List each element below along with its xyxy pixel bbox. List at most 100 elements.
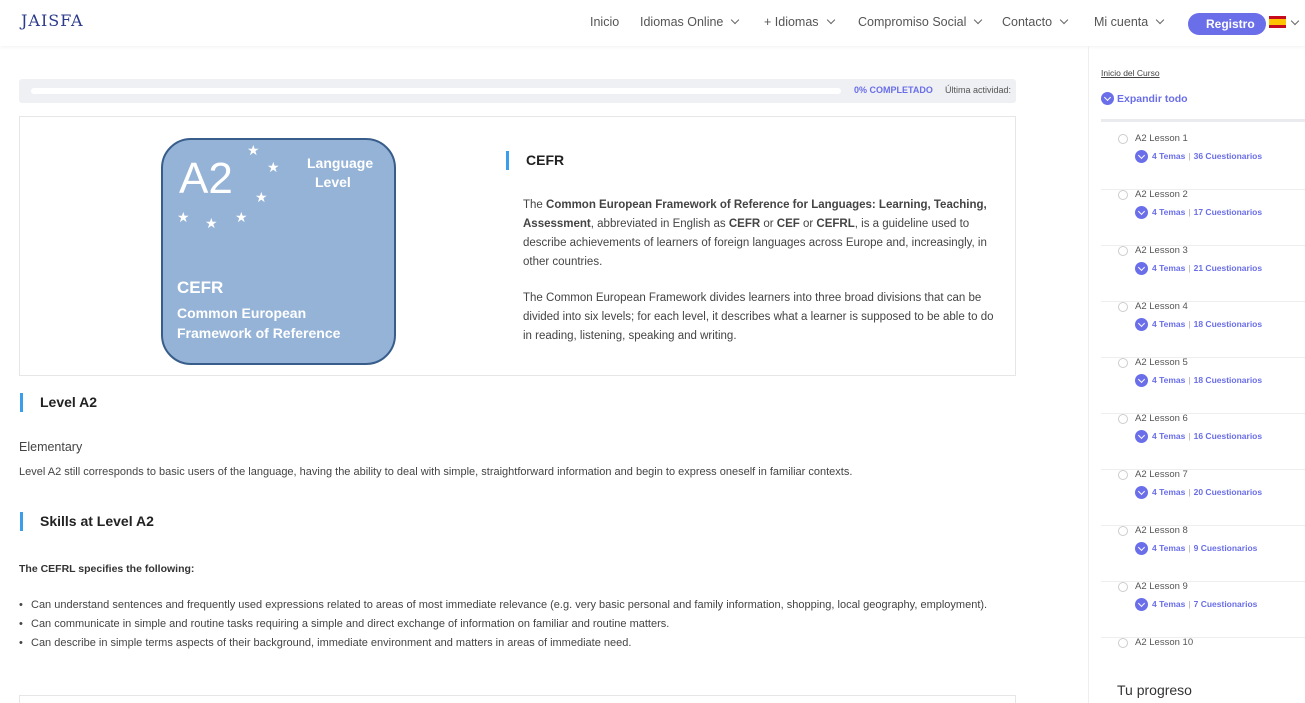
nav-contacto[interactable]: Contacto <box>1002 15 1069 29</box>
lesson-meta: 4 Temas | 21 Cuestionarios <box>1152 263 1262 273</box>
nav-mas-idiomas[interactable]: + Idiomas <box>764 15 835 29</box>
lesson-quizzes[interactable]: 18 Cuestionarios <box>1194 375 1263 385</box>
your-progress-heading: Tu progreso <box>1117 682 1192 698</box>
badge-framework-name: Common European Framework of Reference <box>177 303 340 343</box>
nav-idiomas-online[interactable]: Idiomas Online <box>640 15 740 29</box>
nav-mi-cuenta[interactable]: Mi cuenta <box>1094 15 1165 29</box>
lesson-quizzes[interactable]: 20 Cuestionarios <box>1194 487 1263 497</box>
lesson-topics[interactable]: 4 Temas <box>1152 487 1185 497</box>
expand-lesson-icon[interactable] <box>1135 374 1148 387</box>
list-item: Can understand sentences and frequently … <box>19 596 1009 615</box>
badge-language-level: Language Level <box>307 154 373 192</box>
lesson-label[interactable]: A2 Lesson 10 <box>1135 637 1193 648</box>
expand-lesson-icon[interactable] <box>1135 206 1148 219</box>
sidebar-lesson-item[interactable]: A2 Lesson 8 4 Temas | 9 Cuestionarios <box>1101 525 1305 582</box>
sidebar-lesson-item[interactable]: A2 Lesson 10 <box>1101 637 1305 668</box>
lesson-meta: 4 Temas | 36 Cuestionarios <box>1152 151 1262 161</box>
chevron-down-icon <box>1137 319 1146 328</box>
badge-cefr: CEFR <box>177 278 224 297</box>
skills-intro: The CEFRL specifies the following: <box>19 563 195 575</box>
cefr-paragraph-2: The Common European Framework divides le… <box>523 292 994 342</box>
lesson-meta: 4 Temas | 7 Cuestionarios <box>1152 599 1257 609</box>
lesson-label[interactable]: A2 Lesson 8 <box>1135 525 1188 536</box>
expand-all-icon[interactable] <box>1101 92 1114 105</box>
expand-lesson-icon[interactable] <box>1135 318 1148 331</box>
star-icon: ★ <box>177 209 190 225</box>
lesson-label[interactable]: A2 Lesson 7 <box>1135 469 1188 480</box>
lesson-topics[interactable]: 4 Temas <box>1152 319 1185 329</box>
separator: | <box>1188 263 1191 273</box>
lesson-label[interactable]: A2 Lesson 5 <box>1135 357 1188 368</box>
separator: | <box>1188 543 1191 553</box>
lesson-quizzes[interactable]: 9 Cuestionarios <box>1194 543 1258 553</box>
expand-lesson-icon[interactable] <box>1135 542 1148 555</box>
lesson-quizzes[interactable]: 17 Cuestionarios <box>1194 207 1263 217</box>
sidebar-lesson-item[interactable]: A2 Lesson 7 4 Temas | 20 Cuestionarios <box>1101 469 1305 526</box>
site-header: JAISFA Inicio Idiomas Online + Idiomas C… <box>0 0 1305 46</box>
star-icon: ★ <box>267 159 280 175</box>
spain-flag-icon[interactable] <box>1269 16 1286 28</box>
lesson-quizzes[interactable]: 18 Cuestionarios <box>1194 319 1263 329</box>
skills-heading: Skills at Level A2 <box>20 512 154 531</box>
lesson-label[interactable]: A2 Lesson 9 <box>1135 581 1188 592</box>
lesson-label[interactable]: A2 Lesson 4 <box>1135 301 1188 312</box>
sidebar-lesson-item[interactable]: A2 Lesson 6 4 Temas | 16 Cuestionarios <box>1101 413 1305 470</box>
expand-all-button[interactable]: Expandir todo <box>1117 93 1188 105</box>
list-item: Can communicate in simple and routine ta… <box>19 615 1009 634</box>
sidebar-lesson-item[interactable]: A2 Lesson 9 4 Temas | 7 Cuestionarios <box>1101 581 1305 638</box>
register-button[interactable]: Registro <box>1188 13 1266 35</box>
chevron-down-icon <box>1137 543 1146 552</box>
lesson-status-circle-icon <box>1118 638 1128 648</box>
sidebar-lesson-item[interactable]: A2 Lesson 4 4 Temas | 18 Cuestionarios <box>1101 301 1305 358</box>
nav-inicio[interactable]: Inicio <box>590 15 619 29</box>
course-home-link[interactable]: Inicio del Curso <box>1101 68 1160 78</box>
expand-lesson-icon[interactable] <box>1135 598 1148 611</box>
sidebar-lesson-item[interactable]: A2 Lesson 3 4 Temas | 21 Cuestionarios <box>1101 245 1305 302</box>
lesson-status-circle-icon <box>1118 246 1128 256</box>
lesson-meta: 4 Temas | 17 Cuestionarios <box>1152 207 1262 217</box>
lesson-quizzes[interactable]: 7 Cuestionarios <box>1194 599 1258 609</box>
lesson-topics[interactable]: 4 Temas <box>1152 375 1185 385</box>
lesson-status-circle-icon <box>1118 414 1128 424</box>
lesson-meta: 4 Temas | 18 Cuestionarios <box>1152 319 1262 329</box>
lesson-quizzes[interactable]: 16 Cuestionarios <box>1194 431 1263 441</box>
separator: | <box>1188 487 1191 497</box>
lesson-label[interactable]: A2 Lesson 6 <box>1135 413 1188 424</box>
expand-lesson-icon[interactable] <box>1135 150 1148 163</box>
lesson-label[interactable]: A2 Lesson 2 <box>1135 189 1188 200</box>
nav-inicio-label: Inicio <box>590 15 620 29</box>
lesson-meta: 4 Temas | 16 Cuestionarios <box>1152 431 1262 441</box>
expand-lesson-icon[interactable] <box>1135 430 1148 443</box>
expand-lesson-icon[interactable] <box>1135 262 1148 275</box>
badge-framework-line: Common European <box>177 305 307 321</box>
site-logo[interactable]: JAISFA <box>21 11 84 30</box>
separator: | <box>1188 375 1191 385</box>
lesson-topics[interactable]: 4 Temas <box>1152 599 1185 609</box>
lesson-quizzes[interactable]: 36 Cuestionarios <box>1194 151 1263 161</box>
separator: | <box>1188 319 1191 329</box>
sidebar-lesson-item[interactable]: A2 Lesson 1 4 Temas | 36 Cuestionarios <box>1101 133 1305 190</box>
nav-compromiso-social-label: Compromiso Social <box>858 15 967 29</box>
nav-compromiso-social[interactable]: Compromiso Social <box>858 15 983 29</box>
expand-lesson-icon[interactable] <box>1135 486 1148 499</box>
chevron-down-icon <box>974 15 983 25</box>
sidebar-lesson-item[interactable]: A2 Lesson 2 4 Temas | 17 Cuestionarios <box>1101 189 1305 246</box>
a2-level-badge-image: A2 Language Level ★ ★ ★ ★ ★ ★ CEFR Commo… <box>161 138 396 365</box>
lesson-label[interactable]: A2 Lesson 3 <box>1135 245 1188 256</box>
separator: | <box>1188 599 1191 609</box>
cefr-heading: CEFR <box>505 151 565 170</box>
chevron-down-icon <box>1137 375 1146 384</box>
lesson-status-circle-icon <box>1118 134 1128 144</box>
lesson-label[interactable]: A2 Lesson 1 <box>1135 133 1188 144</box>
lesson-topics[interactable]: 4 Temas <box>1152 151 1185 161</box>
lesson-topics[interactable]: 4 Temas <box>1152 263 1185 273</box>
chevron-down-icon <box>1137 207 1146 216</box>
separator: | <box>1188 431 1191 441</box>
lesson-quizzes[interactable]: 21 Cuestionarios <box>1194 263 1263 273</box>
chevron-down-icon[interactable] <box>1290 16 1300 26</box>
lesson-topics[interactable]: 4 Temas <box>1152 431 1185 441</box>
lesson-topics[interactable]: 4 Temas <box>1152 207 1185 217</box>
lesson-topics[interactable]: 4 Temas <box>1152 543 1185 553</box>
chevron-down-icon <box>1137 263 1146 272</box>
sidebar-lesson-item[interactable]: A2 Lesson 5 4 Temas | 18 Cuestionarios <box>1101 357 1305 414</box>
